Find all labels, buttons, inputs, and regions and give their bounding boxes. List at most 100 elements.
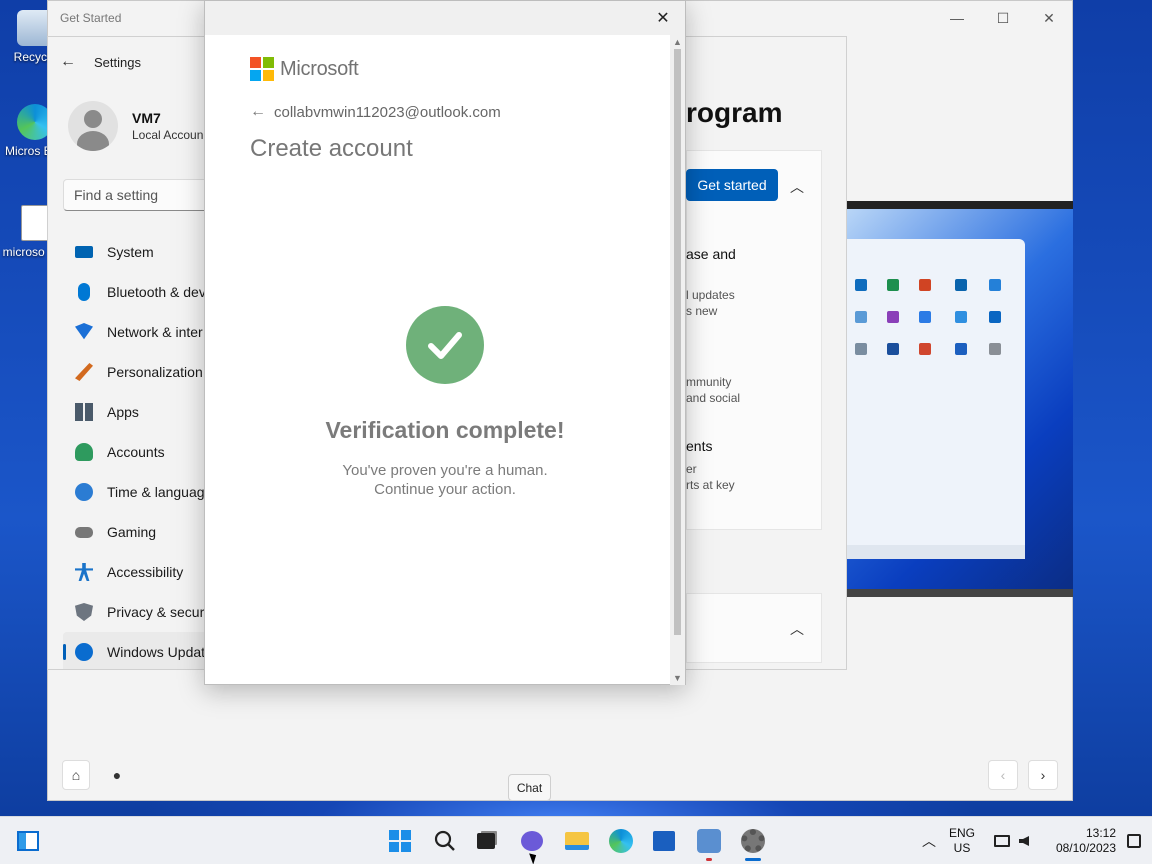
system-icon [75,246,93,258]
app-tile-icon [989,343,1001,355]
app-tile-icon [955,279,967,291]
wifi-icon [75,323,93,340]
text-fragment: s new [686,304,718,318]
text-file-icon [21,205,49,241]
app-tile-icon [989,311,1001,323]
nav-item-label: Windows Updat [107,644,206,660]
hero-image [847,201,1073,597]
notification-icon[interactable] [1118,825,1150,857]
settings-titlebar: ← Settings [60,53,141,71]
app-tile-icon [855,279,867,291]
nav-item-label: Network & inter [107,324,203,340]
previous-button[interactable]: ‹ [988,760,1018,790]
xbox-icon[interactable] [693,825,725,861]
user-name: VM7 [132,110,161,126]
checkmark-icon [406,306,484,384]
page-heading: rogram [686,97,783,128]
settings-title: Settings [94,54,141,70]
shield-icon [75,603,93,621]
app-tile-icon [989,279,1001,291]
store-icon[interactable] [648,825,680,857]
brush-icon [75,363,93,381]
verification-message: You've proven you're a human. Continue y… [225,461,665,499]
file-explorer-icon[interactable] [561,825,593,857]
app-tile-icon [919,279,931,291]
dialog-close-button[interactable]: ✕ [651,7,675,29]
start-icon[interactable] [384,825,416,857]
user-account-type: Local Accoun [132,128,204,142]
scroll-up-icon[interactable]: ▲ [670,35,685,49]
bluetooth-icon [78,283,90,301]
home-icon[interactable]: ⌂ [62,760,90,790]
microsoft-logo: Microsoft [250,57,650,81]
volume-muted-icon[interactable] [1008,825,1040,857]
language-code: ENG [948,826,975,840]
keyboard-layout: US [953,841,971,855]
app-tile-icon [855,311,867,323]
app-tile-icon [955,343,967,355]
illustration-taskbar [847,545,1025,559]
task-view-icon[interactable] [470,825,502,857]
dialog-content: Microsoft ← collabvmwin112023@outlook.co… [250,57,650,163]
back-button[interactable]: ← [60,53,76,71]
brand-name: Microsoft [280,57,359,80]
language-indicator[interactable]: ENG US [945,826,979,856]
nav-item-label: Apps [107,404,139,420]
edge-icon[interactable] [605,825,637,857]
window-caption-buttons: — ☐ ✕ [934,1,1072,35]
scroll-down-icon[interactable]: ▼ [670,671,685,685]
user-profile[interactable]: VM7 Local Accoun [68,101,203,151]
gaming-icon [75,526,93,538]
taskbar: ︿ ENG US 13:12 08/10/2023 [0,816,1152,864]
apps-icon [75,403,93,421]
nav-item-label: System [107,244,154,260]
nav-item-label: Bluetooth & dev [107,284,206,300]
app-tile-icon [887,343,899,355]
nav-item-label: Gaming [107,524,157,540]
identity-banner: ← collabvmwin112023@outlook.com [250,103,650,121]
chevron-up-icon[interactable]: ︿ [790,177,804,197]
get-started-footer: ⌂ ● ‹ › [48,750,1072,800]
text-fragment: er [686,462,697,476]
nav-item-label: Accessibility [107,564,184,580]
chevron-up-icon[interactable]: ︿ [913,825,945,857]
person-icon[interactable]: ● [102,760,132,790]
app-tile-icon [855,343,867,355]
widgets-icon[interactable] [12,825,44,857]
maximize-button[interactable]: ☐ [980,1,1026,35]
page-title: Create account [250,135,413,162]
search-icon[interactable] [429,825,461,857]
clock[interactable]: 13:12 08/10/2023 [1044,826,1116,856]
text-fragment: and social [686,391,741,405]
text-fragment: ents [686,438,713,454]
settings-gear-icon[interactable] [737,825,769,861]
app-tile-icon [887,311,899,323]
app-tile-icon [919,343,931,355]
text-fragment: ase and [686,246,736,262]
back-arrow-icon[interactable]: ← [250,103,266,121]
clock-date: 08/10/2023 [1055,841,1116,855]
start-menu-illustration [847,239,1025,559]
verification-title: Verification complete! [325,417,565,443]
next-button[interactable]: › [1028,760,1058,790]
nav-item-label: Privacy & securi [107,604,208,620]
chevron-up-icon[interactable]: ︿ [790,619,804,639]
close-button[interactable]: ✕ [1026,1,1072,35]
minimize-button[interactable]: — [934,1,980,35]
nav-item-label: Time & languag [107,484,205,500]
dialog-scrollbar[interactable]: ▲ ▼ [670,35,685,685]
text-fragment: l updates [686,288,735,302]
nav-item-label: Personalization [107,364,203,380]
avatar [68,101,118,151]
clock-time: 13:12 [1085,826,1116,840]
chat-tooltip: Chat [508,774,551,801]
accessibility-icon [75,563,93,581]
attention-indicator [706,858,712,861]
scrollbar-thumb[interactable] [674,49,681,635]
accounts-icon [75,443,93,461]
microsoft-account-dialog: ✕ ▲ ▼ Microsoft ← collabvmwin112023@outl… [204,0,686,685]
time-language-icon [75,483,93,501]
content-card [686,150,822,530]
get-started-button[interactable]: Get started [686,169,778,201]
app-tile-icon [887,279,899,291]
